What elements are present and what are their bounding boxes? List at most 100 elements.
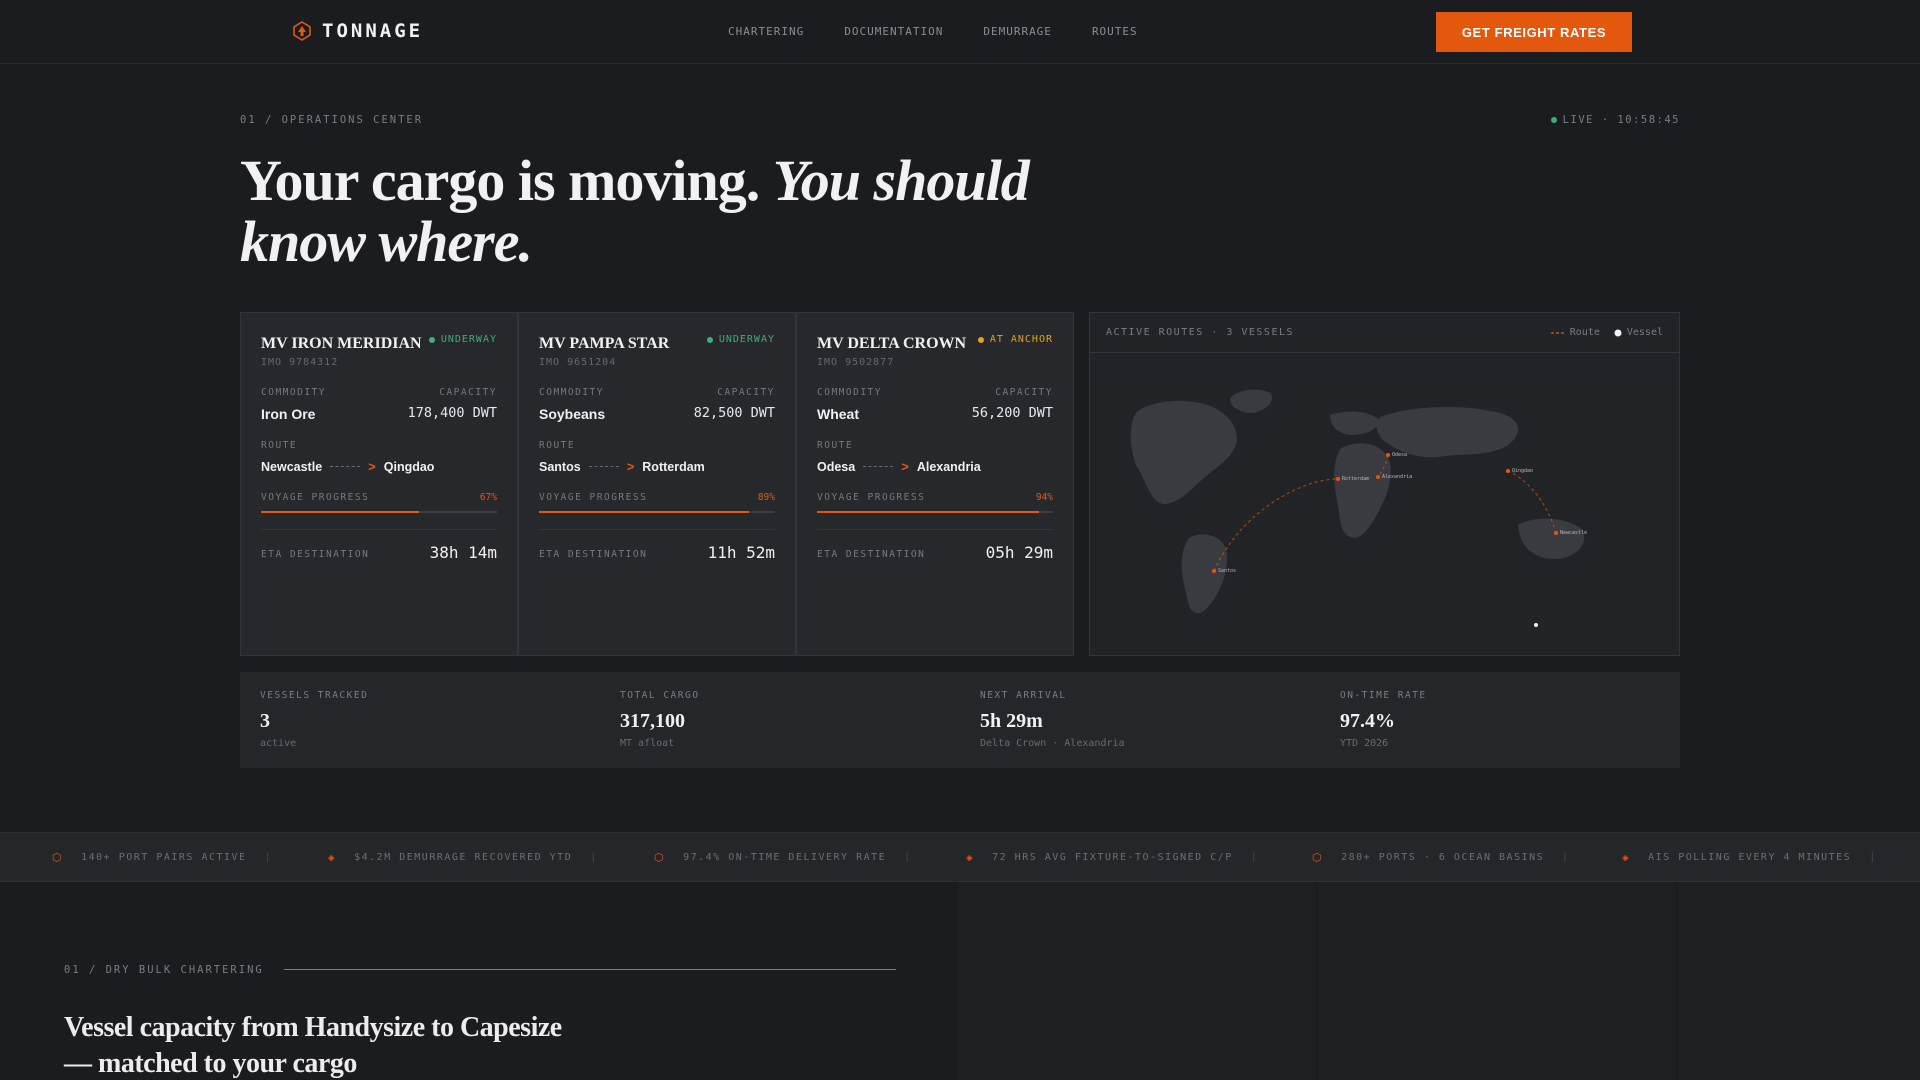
port-marker-rotterdam: [1336, 477, 1340, 481]
stat-label: VESSELS TRACKED: [260, 690, 369, 701]
route-dash-line: [330, 466, 361, 467]
port-marker-santos: [1212, 569, 1216, 573]
route-destination: Alexandria: [916, 459, 981, 474]
legend-route: Route: [1550, 327, 1600, 338]
ticker-item: ⬡ 140+ PORT PAIRS ACTIVE |: [52, 851, 272, 864]
diamond-icon: ◈: [328, 851, 337, 864]
ticker-separator: |: [904, 852, 912, 863]
port-marker-alexandria: [1376, 475, 1380, 479]
vessel-status-badge: UNDERWAY: [706, 334, 775, 345]
map-legend: Route Vessel: [1550, 327, 1663, 338]
commodity-label: COMMODITY: [539, 387, 604, 398]
route-label: ROUTE: [261, 440, 298, 451]
ticker-item: ◈ 72 HRS AVG FIXTURE-TO-SIGNED C/P |: [966, 851, 1258, 864]
ticker-text: 280+ PORTS · 6 OCEAN BASINS: [1341, 852, 1545, 863]
nav-links: CHARTERING DOCUMENTATION DEMURRAGE ROUTE…: [728, 25, 1138, 38]
vessel-marker[interactable]: [1534, 623, 1538, 627]
ticker-separator: |: [264, 852, 273, 863]
capacity-value: 82,500 DWT: [693, 405, 775, 421]
port-label-odesa: Odesa: [1392, 452, 1407, 458]
brand-name: TONNAGE: [322, 20, 424, 42]
port-marker-qingdao: [1506, 469, 1510, 473]
vessel-status-text: UNDERWAY: [440, 334, 497, 345]
card-divider: [817, 529, 1053, 530]
stat-vessels-tracked: VESSELS TRACKED 3 active: [260, 690, 368, 749]
stat-label: ON-TIME RATE: [1340, 690, 1427, 701]
progress-label: VOYAGE PROGRESS: [539, 492, 648, 503]
ticker-text: 72 HRS AVG FIXTURE-TO-SIGNED C/P: [992, 852, 1233, 863]
eta-value: 38h 14m: [429, 543, 497, 562]
stat-sub: Delta Crown · Alexandria: [980, 738, 1125, 749]
ticker-item: ◈ AIS POLLING EVERY 4 MINUTES |: [1622, 851, 1877, 864]
ticker-text: $4.2M DEMURRAGE RECOVERED YTD: [354, 852, 573, 863]
progress-percent: 67%: [479, 492, 497, 503]
route-origin: Santos: [539, 459, 581, 474]
port-label-santos: Santos: [1218, 568, 1236, 574]
ticker-text: 97.4% ON-TIME DELIVERY RATE: [683, 852, 887, 863]
stat-sub: active: [260, 738, 297, 749]
commodity-label: COMMODITY: [817, 387, 882, 398]
eta-label: ETA DESTINATION: [261, 549, 370, 560]
continent-north-america: [1130, 400, 1237, 505]
live-dot-icon: [1550, 117, 1557, 123]
vessel-dot-icon: [1614, 329, 1622, 336]
section-column-bg: [1678, 882, 1920, 1080]
hero-title: Your cargo is moving. You should know wh…: [240, 150, 1140, 272]
metrics-ticker: ⬡ 140+ PORT PAIRS ACTIVE | ◈ $4.2M DEMUR…: [0, 832, 1920, 882]
nav-link-documentation[interactable]: DOCUMENTATION: [844, 25, 943, 38]
vessel-status-badge: AT ANCHOR: [977, 334, 1053, 345]
map-title: ACTIVE ROUTES · 3 VESSELS: [1106, 327, 1295, 338]
vessel-route: Odesa > Alexandria: [817, 459, 981, 474]
route-dash-icon: [1550, 331, 1565, 334]
ticker-text: 140+ PORT PAIRS ACTIVE: [81, 852, 247, 863]
vessel-card[interactable]: MV PAMPA STAR UNDERWAY IMO 9651204 COMMO…: [518, 312, 796, 656]
section-column-bg: [1318, 882, 1676, 1080]
hexagon-icon: ⬡: [52, 851, 64, 864]
section-title: Vessel capacity from Handysize to Capesi…: [64, 1012, 562, 1079]
vessel-name: MV IRON MERIDIAN: [261, 335, 422, 352]
brand-logo[interactable]: TONNAGE: [292, 20, 423, 42]
ticker-item: ◈ $4.2M DEMURRAGE RECOVERED YTD |: [328, 851, 598, 864]
legend-vessel-label: Vessel: [1626, 327, 1663, 338]
port-label-newcastle: Newcastle: [1560, 530, 1587, 536]
commodity-label: COMMODITY: [261, 387, 326, 398]
ticker-item: ⬡ 280+ PORTS · 6 OCEAN BASINS |: [1312, 851, 1570, 864]
vessel-card[interactable]: MV DELTA CROWN AT ANCHOR IMO 9502877 COM…: [796, 312, 1074, 656]
route-arrow-icon: >: [626, 459, 635, 474]
section-column-bg: [958, 882, 1316, 1080]
eta-value: 05h 29m: [985, 543, 1053, 562]
ticker-separator: |: [590, 852, 598, 863]
get-freight-rates-button[interactable]: GET FREIGHT RATES: [1436, 12, 1632, 52]
route-label: ROUTE: [539, 440, 576, 451]
vessel-card[interactable]: MV IRON MERIDIAN UNDERWAY IMO 9784312 CO…: [240, 312, 518, 656]
progress-bar-fill: [261, 511, 420, 513]
stat-label: TOTAL CARGO: [620, 690, 700, 701]
status-dot-icon: [428, 336, 435, 343]
progress-bar-fill: [539, 511, 750, 513]
ticker-separator: |: [1562, 852, 1570, 863]
eta-value: 11h 52m: [707, 543, 775, 562]
nav-link-chartering[interactable]: CHARTERING: [728, 25, 804, 38]
ticker-separator: |: [1869, 852, 1877, 863]
vessel-name: MV DELTA CROWN: [817, 335, 967, 352]
world-map[interactable]: Santos Rotterdam Alexandria Odesa Qingda…: [1090, 353, 1679, 655]
legend-route-label: Route: [1569, 327, 1600, 338]
diamond-icon: ◈: [966, 851, 975, 864]
diamond-icon: ◈: [1622, 851, 1631, 864]
nav-link-routes[interactable]: ROUTES: [1092, 25, 1138, 38]
route-arrow-icon: >: [901, 459, 909, 474]
stat-total-cargo: TOTAL CARGO 317,100 MT afloat: [620, 690, 699, 749]
stat-value: 3: [260, 710, 270, 732]
hexagon-icon: ⬡: [654, 851, 666, 864]
continent-asia: [1376, 407, 1519, 458]
vessel-imo: IMO 9502877: [817, 357, 895, 368]
port-label-rotterdam: Rotterdam: [1342, 476, 1369, 482]
capacity-value: 56,200 DWT: [971, 405, 1053, 421]
port-marker-odesa: [1386, 453, 1390, 457]
eta-label: ETA DESTINATION: [817, 549, 926, 560]
nav-link-demurrage[interactable]: DEMURRAGE: [983, 25, 1052, 38]
ticker-item: ⬡ 97.4% ON-TIME DELIVERY RATE |: [654, 851, 912, 864]
stat-value: 5h 29m: [980, 710, 1043, 732]
continent-greenland: [1230, 389, 1272, 413]
route-destination: Rotterdam: [642, 459, 705, 474]
